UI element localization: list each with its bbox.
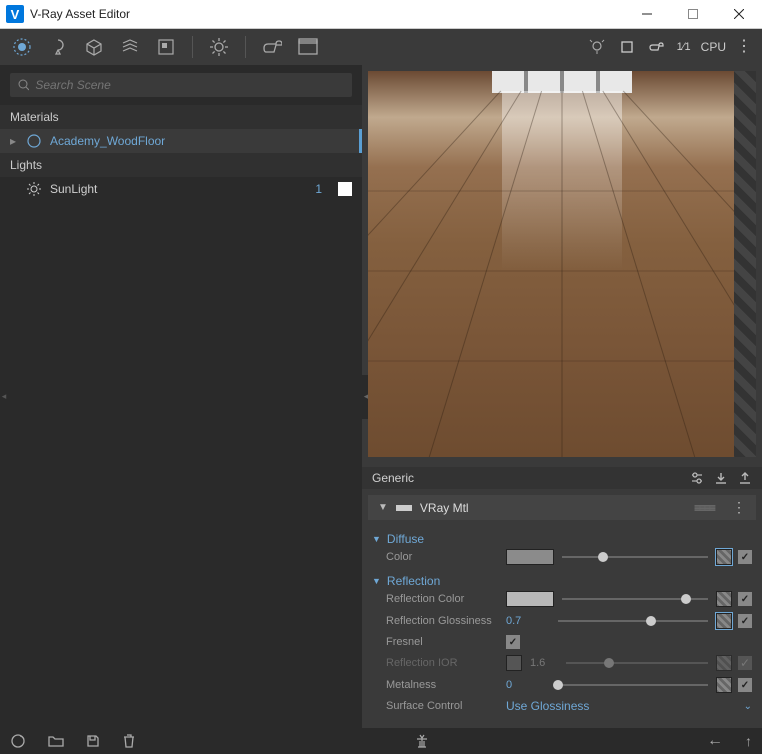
delete-icon[interactable] <box>122 733 136 749</box>
reflection-ior-label: Reflection IOR <box>386 657 498 669</box>
reflection-color-enable-checkbox[interactable]: ✓ <box>738 592 752 606</box>
materials-section-header[interactable]: Materials <box>0 105 362 129</box>
lights-tab-icon[interactable] <box>48 37 68 57</box>
diffuse-color-label: Color <box>386 551 498 563</box>
textures-tab-icon[interactable] <box>156 37 176 57</box>
material-item-label: Academy_WoodFloor <box>50 134 349 148</box>
reflection-color-texture-button[interactable] <box>716 591 732 607</box>
surface-control-dropdown[interactable]: Use Glossiness <box>506 699 736 713</box>
frame-buffer-icon[interactable] <box>298 37 318 57</box>
metalness-slider[interactable] <box>558 677 708 693</box>
reflection-ior-slider <box>566 655 708 671</box>
reflection-gloss-value[interactable]: 0.7 <box>506 615 550 627</box>
reflection-ior-texture-button <box>716 655 732 671</box>
drag-grip-icon[interactable]: ≡≡≡≡ <box>694 501 714 515</box>
load-preset-icon[interactable] <box>738 471 752 485</box>
metalness-value[interactable]: 0 <box>506 679 550 691</box>
material-type-icon <box>396 503 412 513</box>
reflection-gloss-texture-button[interactable] <box>716 613 732 629</box>
light-item-label: SunLight <box>50 182 307 196</box>
lightbulb-icon[interactable] <box>587 37 607 57</box>
light-count: 1 <box>315 182 322 196</box>
light-color-swatch[interactable] <box>338 182 352 196</box>
save-icon[interactable] <box>86 734 100 748</box>
diffuse-color-swatch[interactable] <box>506 549 554 565</box>
metalness-label: Metalness <box>386 679 498 691</box>
materials-tab-icon[interactable] <box>12 37 32 57</box>
reflection-ior-enable-checkbox: ✓ <box>738 656 752 670</box>
material-ball-icon <box>26 133 42 149</box>
reflection-gloss-slider[interactable] <box>558 613 708 629</box>
window-title: V-Ray Asset Editor <box>30 7 624 21</box>
fresnel-label: Fresnel <box>386 636 498 648</box>
reflection-gloss-enable-checkbox[interactable]: ✓ <box>738 614 752 628</box>
diffuse-section-header[interactable]: ▼ Diffuse <box>372 532 752 546</box>
surface-control-label: Surface Control <box>386 700 498 712</box>
fresnel-checkbox[interactable]: ✓ <box>506 635 520 649</box>
settings-tab-icon[interactable] <box>209 37 229 57</box>
lights-section-header[interactable]: Lights <box>0 153 362 177</box>
save-preset-icon[interactable] <box>714 471 728 485</box>
diffuse-color-slider[interactable] <box>562 549 708 565</box>
diffuse-enable-checkbox[interactable]: ✓ <box>738 550 752 564</box>
ior-lock-icon[interactable] <box>506 655 522 671</box>
menu-dots-icon[interactable]: ⋮ <box>736 42 752 52</box>
render-button-icon[interactable] <box>262 37 282 57</box>
reflection-gloss-label: Reflection Glossiness <box>386 615 498 627</box>
minimize-button[interactable] <box>624 0 670 29</box>
reflection-section-header[interactable]: ▼ Reflection <box>372 574 752 588</box>
panel-title: Generic <box>372 471 690 485</box>
reflection-ior-value: 1.6 <box>530 657 558 669</box>
render-mode[interactable]: CPU <box>701 40 726 54</box>
metalness-texture-button[interactable] <box>716 677 732 693</box>
chevron-down-icon[interactable]: ⌄ <box>744 701 752 712</box>
teapot-icon[interactable] <box>647 37 667 57</box>
reflection-color-slider[interactable] <box>562 591 708 607</box>
material-type-label: VRay Mtl <box>420 501 469 515</box>
close-button[interactable] <box>716 0 762 29</box>
up-arrow-icon[interactable]: ↑ <box>745 733 752 749</box>
chevron-down-icon: ▼ <box>372 534 381 544</box>
left-collapse-handle[interactable]: ◂ <box>0 375 8 419</box>
render-ratio[interactable]: 1⁄1 <box>677 41 691 53</box>
open-folder-icon[interactable] <box>48 734 64 748</box>
settings-small-icon[interactable] <box>690 471 704 485</box>
back-arrow-icon[interactable]: ← <box>707 732 723 750</box>
material-preview[interactable] <box>368 71 756 457</box>
material-item-academy-woodfloor[interactable]: ▸ Academy_WoodFloor <box>0 129 362 153</box>
maximize-button[interactable] <box>670 0 716 29</box>
render-elements-tab-icon[interactable] <box>120 37 140 57</box>
metalness-enable-checkbox[interactable]: ✓ <box>738 678 752 692</box>
material-menu-icon[interactable]: ⋮ <box>732 499 746 516</box>
reflection-color-label: Reflection Color <box>386 593 498 605</box>
collapse-arrow-icon[interactable]: ▼ <box>378 502 388 513</box>
app-logo: V <box>6 5 24 23</box>
search-input[interactable] <box>35 78 344 92</box>
reflection-color-swatch[interactable] <box>506 591 554 607</box>
stop-icon[interactable] <box>617 37 637 57</box>
search-icon <box>18 79 29 91</box>
sun-icon <box>26 181 42 197</box>
search-input-wrap[interactable] <box>10 73 352 97</box>
diffuse-texture-button[interactable] <box>716 549 732 565</box>
new-asset-icon[interactable] <box>10 733 26 749</box>
expand-arrow-icon[interactable]: ▸ <box>10 134 18 148</box>
purge-icon[interactable] <box>414 733 430 749</box>
geometry-tab-icon[interactable] <box>84 37 104 57</box>
chevron-down-icon: ▼ <box>372 576 381 586</box>
light-item-sunlight[interactable]: SunLight 1 <box>0 177 362 201</box>
